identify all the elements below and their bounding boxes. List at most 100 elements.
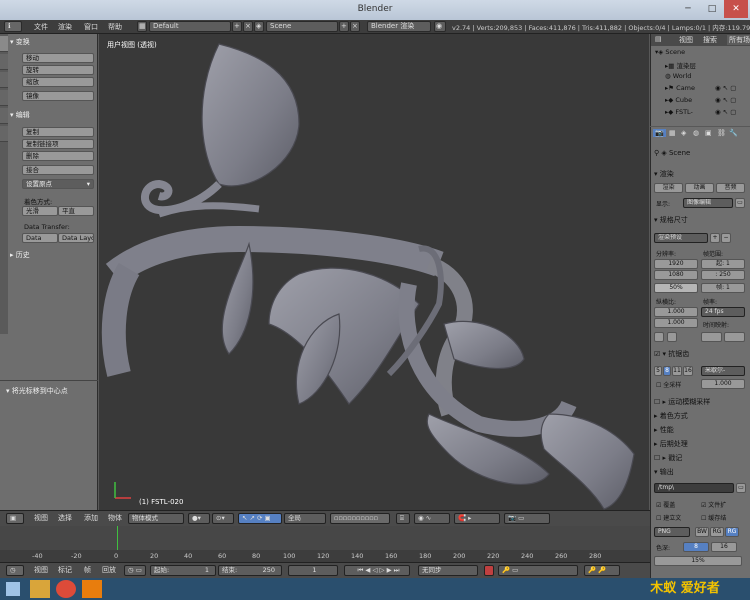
menu-select[interactable]: 选择	[58, 513, 72, 523]
history-panel-header[interactable]: ▸ 历史	[10, 250, 30, 260]
remove-scene-icon[interactable]: ×	[350, 21, 360, 32]
menu-add[interactable]: 添加	[84, 513, 98, 523]
lock-interface-icon[interactable]: ▭	[735, 198, 745, 208]
antialiasing-checkbox[interactable]: ☑	[654, 350, 663, 358]
start-icon[interactable]	[6, 582, 20, 596]
aa-samples-8[interactable]: 8	[663, 366, 671, 376]
manipulator-icons[interactable]: ↖ ↗ ⟳ ▣	[238, 513, 282, 524]
chrome-icon[interactable]	[56, 580, 76, 598]
render-button[interactable]: 渲染	[654, 183, 683, 193]
menu-render[interactable]: 渲染	[58, 22, 72, 32]
tab-tools[interactable]	[0, 36, 8, 52]
smooth-button[interactable]: 光滑	[22, 206, 58, 216]
scene-icon[interactable]: ◈	[254, 21, 264, 32]
layer-lock-icon[interactable]: ⌸	[396, 513, 410, 524]
delete-button[interactable]: 删除	[22, 151, 94, 161]
placeholders-checkbox[interactable]: ☐ 建立文	[656, 513, 681, 522]
layer-buttons[interactable]: ▫▫▫▫▫▫▫▫▫▫	[330, 513, 390, 524]
sculpture-model[interactable]	[99, 34, 649, 510]
record-icon[interactable]	[484, 565, 494, 576]
outliner-view-menu[interactable]: 视图	[679, 35, 693, 45]
add-layout-icon[interactable]: +	[232, 21, 242, 32]
mirror-button[interactable]: 镜像	[22, 91, 94, 101]
aspect-x-field[interactable]: 1.000	[654, 307, 698, 317]
timeline-menu-view[interactable]: 视图	[34, 565, 48, 575]
editor-type-3d-icon[interactable]: ▣	[6, 513, 24, 524]
display-select[interactable]: 图像编辑	[683, 198, 733, 208]
aa-samples-16[interactable]: 16	[683, 366, 693, 376]
audio-button[interactable]: 音频	[716, 183, 745, 193]
stamp-panel-header[interactable]: ☐ ▸ 戳记	[654, 453, 748, 464]
dimensions-panel-header[interactable]: ▾ 规格尺寸	[654, 215, 748, 226]
border-checkbox[interactable]	[654, 332, 664, 342]
performance-panel-header[interactable]: ▸ 性能	[654, 425, 748, 436]
frame-start-field[interactable]: 起: 1	[701, 259, 745, 269]
outliner-item-scene[interactable]: ▾◈ Scene	[655, 48, 747, 59]
animation-button[interactable]: 动画	[685, 183, 714, 193]
visibility-eye-icon[interactable]: ◉ ↖ ▢	[715, 84, 736, 92]
time-map-old-field[interactable]	[701, 332, 722, 342]
tab-create[interactable]	[0, 54, 8, 70]
outliner-item-fstl[interactable]: ▸◆ FSTL- ◉ ↖ ▢	[665, 108, 750, 119]
minimize-button[interactable]: ─	[676, 0, 700, 18]
layout-select[interactable]: Default	[149, 21, 231, 32]
transform-orientation-select[interactable]: 全局	[284, 513, 326, 524]
stamp-checkbox[interactable]: ☐	[654, 454, 663, 462]
aa-samples-5[interactable]: 5	[654, 366, 662, 376]
end-frame-field[interactable]: 结束: 250	[218, 565, 282, 576]
outliner-item-camera[interactable]: ▸⚑ Came ◉ ↖ ▢	[665, 84, 750, 95]
outliner-item-cube[interactable]: ▸◆ Cube ◉ ↖ ▢	[665, 96, 750, 107]
transform-panel-header[interactable]: ▾ 变换	[10, 37, 30, 47]
menu-help[interactable]: 帮助	[108, 22, 122, 32]
depth-8-button[interactable]: 8	[683, 542, 709, 552]
tab-animation[interactable]	[0, 90, 8, 106]
rotate-button[interactable]: 旋转	[22, 65, 94, 75]
scene-context-icon[interactable]: ◈	[681, 129, 686, 137]
outliner-search-menu[interactable]: 搜索	[703, 35, 717, 45]
antialiasing-panel-header[interactable]: ☑ ▾ 抗锯齿	[654, 349, 748, 360]
time-map-new-field[interactable]	[724, 332, 745, 342]
shading-mode-select[interactable]: ●▾	[188, 513, 210, 524]
data-layout-button[interactable]: Data Layo	[58, 233, 94, 243]
resolution-y-field[interactable]: 1080	[654, 270, 698, 280]
blender-taskbar-icon[interactable]	[82, 580, 102, 598]
duplicate-button[interactable]: 复制	[22, 127, 94, 137]
operator-panel-header[interactable]: ▾ 将光标移到中心点	[6, 386, 68, 396]
depth-16-button[interactable]: 16	[711, 542, 737, 552]
folder-icon[interactable]: ▭	[736, 483, 746, 493]
full-sample-checkbox[interactable]: ☐ 全采样	[656, 380, 681, 389]
current-frame-line[interactable]	[117, 526, 118, 552]
close-button[interactable]: ✕	[724, 0, 748, 18]
constraints-context-icon[interactable]: ⛓	[717, 129, 726, 137]
maximize-button[interactable]: □	[700, 0, 724, 18]
render-context-icon[interactable]: 📷	[653, 129, 666, 137]
aa-size-field[interactable]: 1.000	[701, 379, 745, 389]
outliner-item-world[interactable]: ◍ World	[665, 72, 750, 83]
compression-slider[interactable]: 15%	[654, 556, 742, 566]
visibility-eye-icon[interactable]: ◉ ↖ ▢	[715, 96, 736, 104]
menu-file[interactable]: 文件	[34, 22, 48, 32]
post-processing-panel-header[interactable]: ▸ 后期处理	[654, 439, 748, 450]
world-context-icon[interactable]: ◍	[693, 129, 699, 137]
add-preset-icon[interactable]: +	[710, 233, 720, 243]
set-origin-dropdown[interactable]: 设置原点 ▾	[22, 179, 94, 189]
menu-view[interactable]: 视图	[34, 513, 48, 523]
remove-layout-icon[interactable]: ×	[243, 21, 253, 32]
tab-relations[interactable]	[0, 72, 8, 88]
resolution-x-field[interactable]: 1920	[654, 259, 698, 269]
pivot-point-select[interactable]: ⊙▾	[212, 513, 234, 524]
explorer-icon[interactable]	[30, 580, 50, 598]
frame-step-field[interactable]: 帧: 1	[701, 283, 745, 293]
render-preset-select[interactable]: 渲染预设	[654, 233, 708, 243]
menu-object[interactable]: 物体	[108, 513, 122, 523]
preview-range-icon[interactable]: ◷ ▭	[124, 565, 146, 576]
frame-end-field[interactable]: : 250	[701, 270, 745, 280]
fps-select[interactable]: 24 fps	[701, 307, 745, 317]
resolution-percent-field[interactable]: 50%	[654, 283, 698, 293]
render-preview-icons[interactable]: 📷 ▭	[504, 513, 550, 524]
editor-type-timeline-icon[interactable]: ◷	[6, 565, 24, 576]
outliner-type-icon[interactable]: ▤	[655, 35, 662, 43]
timeline-menu-frame[interactable]: 帧	[84, 565, 91, 575]
color-rgba-button[interactable]: RG	[725, 527, 739, 537]
translate-button[interactable]: 移动	[22, 53, 94, 63]
